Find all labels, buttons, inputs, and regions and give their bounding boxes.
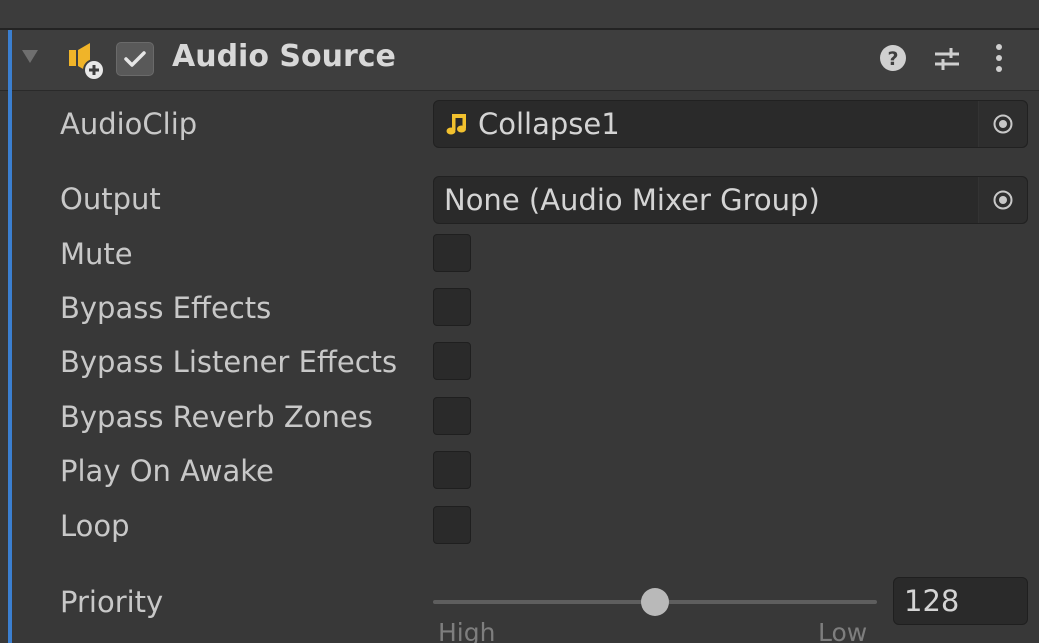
object-picker-icon	[993, 114, 1013, 134]
bypass-reverb-zones-label: Bypass Reverb Zones	[60, 400, 373, 434]
bypass-reverb-zones-checkbox[interactable]	[433, 397, 471, 435]
priority-min-label: High	[438, 618, 496, 643]
priority-max-label: Low	[818, 618, 868, 643]
bypass-listener-effects-checkbox[interactable]	[433, 342, 471, 380]
audio-clip-label: AudioClip	[60, 107, 198, 141]
audio-source-icon	[69, 43, 105, 81]
loop-checkbox[interactable]	[433, 506, 471, 544]
priority-label: Priority	[60, 585, 164, 619]
bypass-effects-label: Bypass Effects	[60, 291, 272, 325]
presets-icon[interactable]	[932, 44, 962, 74]
audio-clip-value: Collapse1	[478, 107, 620, 141]
checkmark-icon	[124, 51, 146, 67]
output-field[interactable]: None (Audio Mixer Group)	[433, 176, 1028, 224]
music-note-icon	[446, 114, 466, 135]
inspector-top-strip	[0, 0, 1039, 30]
component-enabled-checkbox[interactable]	[116, 42, 154, 76]
object-picker-icon	[993, 190, 1013, 210]
more-menu-icon[interactable]	[992, 42, 1006, 74]
bypass-listener-effects-label: Bypass Listener Effects	[60, 345, 398, 379]
play-on-awake-checkbox[interactable]	[433, 451, 471, 489]
play-on-awake-label: Play On Awake	[60, 454, 274, 488]
loop-label: Loop	[60, 509, 130, 543]
output-label: Output	[60, 182, 161, 216]
output-value: None (Audio Mixer Group)	[444, 183, 820, 217]
priority-value: 128	[904, 584, 960, 618]
output-picker-button[interactable]	[978, 177, 1027, 223]
priority-value-field[interactable]: 128	[893, 577, 1028, 625]
svg-text:?: ?	[887, 48, 898, 70]
bypass-effects-checkbox[interactable]	[433, 288, 471, 326]
mute-label: Mute	[60, 237, 133, 271]
priority-slider-thumb[interactable]	[641, 588, 669, 616]
foldout-arrow-icon[interactable]	[22, 50, 38, 63]
help-icon[interactable]: ?	[878, 43, 908, 73]
selection-accent-bar	[8, 30, 12, 643]
audio-clip-picker-button[interactable]	[978, 101, 1027, 147]
component-title: Audio Source	[172, 39, 396, 74]
audio-clip-field[interactable]: Collapse1	[433, 100, 1028, 148]
mute-checkbox[interactable]	[433, 234, 471, 272]
